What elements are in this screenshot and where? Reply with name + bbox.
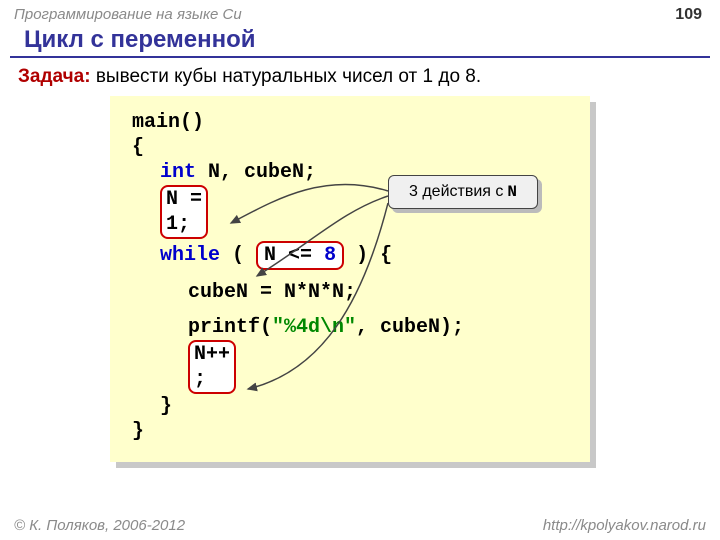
task-text: вывести кубы натуральных чисел от 1 до 8… <box>91 66 482 87</box>
copyright: © К. Поляков, 2006-2012 <box>14 517 185 534</box>
code-line: while ( N <= 8 ) { <box>132 241 568 270</box>
callout-3-actions: 3 действия с N <box>388 175 538 209</box>
callout-body: 3 действия с N <box>388 175 538 209</box>
footer-url: http://kpolyakov.narod.ru <box>543 517 706 534</box>
page-number: 109 <box>675 6 702 24</box>
code-line: main() <box>132 110 568 135</box>
keyword-int: int <box>160 161 196 184</box>
code-line: } <box>132 419 568 444</box>
slide-title: Цикл с переменной <box>10 24 710 58</box>
code-line: } <box>132 394 568 419</box>
init-highlight: N = 1; <box>160 185 208 239</box>
slide-footer: © К. Поляков, 2006-2012 http://kpolyakov… <box>0 517 720 534</box>
code-block: main() { int N, cubeN; N = 1; while ( N … <box>110 96 590 462</box>
inc-highlight: N++; <box>188 340 236 394</box>
code-line: cubeN = N*N*N; <box>132 280 568 305</box>
code-line: { <box>132 135 568 160</box>
code-body: main() { int N, cubeN; N = 1; while ( N … <box>110 96 590 462</box>
slide-header: Программирование на языке Си 109 <box>0 0 720 24</box>
while-condition-highlight: N <= 8 <box>256 241 344 270</box>
task-label: Задача: <box>18 66 91 87</box>
course-name: Программирование на языке Си <box>14 6 242 24</box>
code-line-highlight: N++; <box>132 340 568 394</box>
code-line: printf("%4d\n", cubeN); <box>132 315 568 340</box>
keyword-while: while <box>160 244 220 267</box>
task-line: Задача: вывести кубы натуральных чисел о… <box>0 64 720 96</box>
